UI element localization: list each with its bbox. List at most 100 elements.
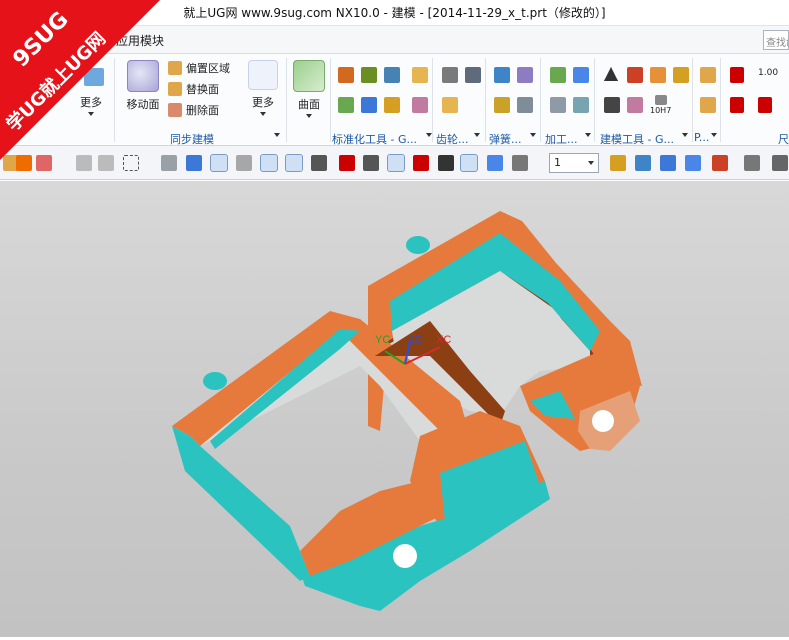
chevron-down-icon: [306, 114, 312, 118]
part-hole: [592, 410, 614, 432]
surface-button[interactable]: 曲面: [291, 60, 327, 118]
face-icon[interactable]: [487, 155, 503, 171]
standard-tool-icon[interactable]: [361, 67, 377, 83]
p-tool-icon[interactable]: [700, 97, 716, 113]
standard-tool-icon[interactable]: [338, 67, 354, 83]
more-sync-label: 更多: [252, 96, 274, 109]
group-expand-icon[interactable]: [711, 133, 717, 137]
p-tool-icon[interactable]: [700, 67, 716, 83]
rotate-icon[interactable]: [660, 155, 676, 171]
pan-icon[interactable]: [685, 155, 701, 171]
group-label-gear: 齿轮...: [436, 133, 469, 146]
tolerance-label: 10H7: [650, 106, 672, 115]
render-style-icon[interactable]: [744, 155, 760, 171]
standard-tool-icon[interactable]: [412, 67, 428, 83]
spring-icon[interactable]: [494, 97, 510, 113]
gear-icon[interactable]: [442, 67, 458, 83]
group-separator: [594, 58, 595, 142]
standard-tool-icon[interactable]: [384, 97, 400, 113]
standard-tool-icon[interactable]: [384, 67, 400, 83]
offset-region-icon: [168, 61, 182, 75]
tolerance-icon: [654, 95, 667, 105]
layer-select[interactable]: 1: [549, 153, 599, 173]
machining-icon[interactable]: [573, 97, 589, 113]
window-title: 就上UG网 www.9sug.com NX10.0 - 建模 - [2014-1…: [183, 6, 606, 20]
machining-icon[interactable]: [573, 67, 589, 83]
line-icon[interactable]: [460, 154, 478, 172]
group-label-modeling-tools: 建模工具 - G...: [600, 133, 674, 146]
group-expand-icon[interactable]: [474, 133, 480, 137]
gear-icon[interactable]: [465, 67, 481, 83]
ribbon: 更多 移动面 偏置区域 替换面 删除面 更多 同步建模 曲面 标准化工具 - G: [0, 54, 789, 146]
command-search-input[interactable]: 查找命令: [763, 30, 789, 50]
snap-icon[interactable]: [36, 155, 52, 171]
group-expand-icon[interactable]: [274, 133, 280, 137]
group-label-p: P...: [694, 131, 710, 144]
gear-icon[interactable]: [442, 97, 458, 113]
offset-region-button[interactable]: 偏置区域: [168, 60, 230, 76]
edit-face-icon[interactable]: [84, 68, 104, 86]
grid-icon[interactable]: [512, 155, 528, 171]
part-pin: [203, 372, 227, 390]
surface-icon: [293, 60, 325, 92]
curve-icon[interactable]: [311, 155, 327, 171]
delete-face-icon: [168, 103, 182, 117]
surface-label: 曲面: [298, 98, 320, 111]
spring-icon[interactable]: [517, 97, 533, 113]
dimension-icon[interactable]: [730, 97, 744, 113]
shaded-icon[interactable]: [772, 155, 788, 171]
select-filter-icon[interactable]: [16, 155, 32, 171]
solid-select-icon[interactable]: [161, 155, 177, 171]
spring-icon[interactable]: [494, 67, 510, 83]
more-left-button[interactable]: 更多: [76, 94, 106, 116]
zoom-icon[interactable]: [635, 155, 651, 171]
graphics-viewport[interactable]: YC ZC XC: [0, 181, 789, 637]
tolerance-button[interactable]: 10H7: [650, 95, 671, 115]
machining-icon[interactable]: [550, 67, 566, 83]
delete-face-label: 删除面: [186, 104, 219, 117]
group-expand-icon[interactable]: [530, 133, 536, 137]
dimension-value[interactable]: 1.00: [758, 68, 778, 78]
modeling-tool-icon[interactable]: [650, 67, 666, 83]
solid-select-icon[interactable]: [186, 155, 202, 171]
axis-zc-label: ZC: [408, 334, 423, 346]
group-expand-icon[interactable]: [585, 133, 591, 137]
dimension-icon[interactable]: [758, 97, 772, 113]
line-icon[interactable]: [260, 154, 278, 172]
replace-face-button[interactable]: 替换面: [168, 81, 219, 97]
group-separator: [540, 58, 541, 142]
modeling-tool-icon[interactable]: [604, 97, 620, 113]
triangle-icon[interactable]: [604, 67, 618, 81]
table-icon[interactable]: [627, 67, 643, 83]
standard-tool-icon[interactable]: [361, 97, 377, 113]
group-separator: [432, 58, 433, 142]
snap-point-icon[interactable]: [236, 155, 252, 171]
intersection-icon[interactable]: [363, 155, 379, 171]
group-separator: [286, 58, 287, 142]
center-point-icon[interactable]: [387, 154, 405, 172]
standard-tool-icon[interactable]: [338, 97, 354, 113]
view-orient-icon[interactable]: [712, 155, 728, 171]
modeling-tool-icon[interactable]: [673, 67, 689, 83]
standard-tool-icon[interactable]: [412, 97, 428, 113]
move-handle-icon[interactable]: [210, 154, 228, 172]
menu-app-modules[interactable]: 应用模块: [116, 32, 164, 49]
box-select-icon[interactable]: [123, 155, 139, 171]
more-sync-button[interactable]: 更多: [246, 60, 280, 116]
group-separator: [720, 58, 721, 142]
cross-icon[interactable]: [438, 155, 454, 171]
snap-curve-icon[interactable]: [339, 155, 355, 171]
pointer-icon[interactable]: [76, 155, 92, 171]
machining-icon[interactable]: [550, 97, 566, 113]
pointer-icon[interactable]: [98, 155, 114, 171]
part-model: YC ZC XC: [172, 211, 642, 611]
move-face-button[interactable]: 移动面: [122, 60, 164, 112]
line-icon[interactable]: [285, 154, 303, 172]
view-fit-icon[interactable]: [610, 155, 626, 171]
group-expand-icon[interactable]: [682, 133, 688, 137]
delete-face-button[interactable]: 删除面: [168, 102, 219, 118]
dimension-icon[interactable]: [730, 67, 744, 83]
modeling-tool-icon[interactable]: [627, 97, 643, 113]
spring-icon[interactable]: [517, 67, 533, 83]
quadrant-icon[interactable]: [413, 155, 429, 171]
